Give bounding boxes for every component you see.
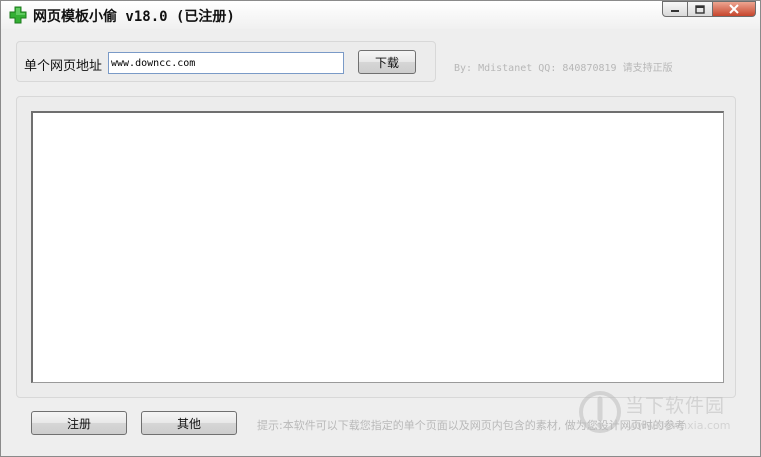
download-button[interactable]: 下载 xyxy=(358,50,416,74)
url-label: 单个网页地址 xyxy=(24,59,103,74)
log-textarea[interactable] xyxy=(31,111,724,383)
minimize-button[interactable] xyxy=(662,1,688,17)
close-button[interactable] xyxy=(713,1,756,17)
window-title: 网页模板小偷 v18.0 (已注册) xyxy=(33,9,235,25)
watermark-logo xyxy=(579,391,621,433)
minimize-icon xyxy=(671,10,679,12)
maximize-button[interactable] xyxy=(688,1,713,17)
maximize-icon xyxy=(695,4,705,14)
credit-text: By: Mdistanet QQ: 840870819 请支持正版 xyxy=(454,63,673,74)
watermark-url: www.downxia.com xyxy=(628,419,731,432)
watermark: 当下软件园 www.downxia.com xyxy=(578,389,748,439)
close-icon xyxy=(729,4,739,14)
app-window: 网页模板小偷 v18.0 (已注册) 单个网页地址 下载 By: Mdistan… xyxy=(0,0,761,457)
other-button[interactable]: 其他 xyxy=(141,411,237,435)
window-controls xyxy=(662,1,756,19)
register-button[interactable]: 注册 xyxy=(31,411,127,435)
title-bar[interactable]: 网页模板小偷 v18.0 (已注册) xyxy=(1,1,760,29)
url-input[interactable] xyxy=(108,52,344,74)
watermark-text: 当下软件园 xyxy=(625,395,726,417)
green-plus-icon xyxy=(9,6,27,24)
